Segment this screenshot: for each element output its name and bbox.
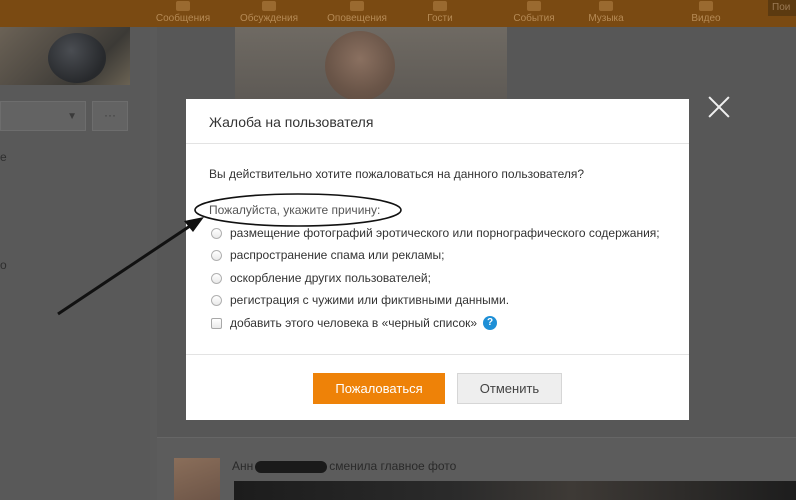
nav-item-music[interactable]: Музыка bbox=[584, 0, 628, 27]
nav-item-guests[interactable]: Гости bbox=[420, 0, 460, 27]
main-photo[interactable] bbox=[235, 27, 507, 101]
reason-option-erotic[interactable]: размещение фотографий эротического или п… bbox=[211, 224, 660, 242]
discussion-icon bbox=[262, 1, 276, 11]
profile-photo[interactable] bbox=[0, 27, 130, 85]
reason-label: распространение спама или рекламы; bbox=[230, 248, 445, 262]
left-text-fragment: e bbox=[0, 150, 7, 164]
dialog-header: Жалоба на пользователя bbox=[186, 99, 689, 144]
video-icon bbox=[699, 1, 713, 11]
nav-item-notifications[interactable]: Оповещения bbox=[322, 0, 392, 27]
more-button[interactable]: ··· bbox=[92, 101, 128, 131]
footprints-icon bbox=[433, 1, 447, 11]
bell-icon bbox=[350, 1, 364, 11]
music-icon bbox=[599, 1, 613, 11]
reason-label: регистрация с чужими или фиктивными данн… bbox=[230, 293, 510, 307]
blacklist-option[interactable]: добавить этого человека в «черный список… bbox=[211, 314, 498, 332]
nav-item-video[interactable]: Видео bbox=[684, 0, 728, 27]
photo-content bbox=[48, 33, 106, 83]
chevron-down-icon: ▼ bbox=[67, 111, 77, 122]
avatar[interactable] bbox=[174, 458, 220, 500]
nav-item-events[interactable]: События bbox=[506, 0, 562, 27]
photo-content bbox=[325, 31, 395, 101]
report-button[interactable]: Пожаловаться bbox=[313, 373, 445, 404]
feed-action: сменила главное фото bbox=[329, 459, 457, 473]
nav-item-discussions[interactable]: Обсуждения bbox=[236, 0, 302, 27]
more-icon: ··· bbox=[104, 108, 116, 122]
reason-option-fake-data[interactable]: регистрация с чужими или фиктивными данн… bbox=[211, 291, 509, 309]
reason-label: оскорбление других пользователей; bbox=[230, 271, 431, 285]
radio-button[interactable] bbox=[211, 227, 222, 239]
dialog-title: Жалоба на пользователя bbox=[209, 114, 374, 130]
close-icon[interactable] bbox=[707, 95, 731, 119]
events-icon bbox=[527, 1, 541, 11]
feed-photo[interactable] bbox=[234, 481, 796, 500]
reason-option-spam[interactable]: распространение спама или рекламы; bbox=[211, 246, 444, 264]
confirmation-question: Вы действительно хотите пожаловаться на … bbox=[209, 167, 585, 181]
top-right-button[interactable]: Пои bbox=[768, 0, 796, 16]
left-text-fragment: o bbox=[0, 258, 7, 272]
feed-text: Анн сменила главное фото bbox=[232, 459, 456, 473]
report-user-dialog: Жалоба на пользователя Вы действительно … bbox=[186, 99, 689, 420]
dialog-footer: Пожаловаться Отменить bbox=[186, 354, 689, 420]
reason-label: размещение фотографий эротического или п… bbox=[230, 226, 660, 240]
cancel-button[interactable]: Отменить bbox=[457, 373, 562, 404]
reason-prompt: Пожалуйста, укажите причину: bbox=[209, 203, 381, 217]
radio-button[interactable] bbox=[211, 249, 222, 261]
blacklist-checkbox[interactable] bbox=[211, 317, 222, 329]
reason-option-insult[interactable]: оскорбление других пользователей; bbox=[211, 269, 431, 287]
blacklist-label: добавить этого человека в «черный список… bbox=[230, 316, 478, 330]
top-navigation-bar: Сообщения Обсуждения Оповещения Гости Со… bbox=[0, 0, 796, 27]
radio-button[interactable] bbox=[211, 294, 222, 306]
redaction-scribble bbox=[255, 460, 328, 473]
message-icon bbox=[176, 1, 190, 11]
profile-dropdown[interactable]: ▼ bbox=[0, 101, 86, 131]
nav-item-messages[interactable]: Сообщения bbox=[150, 0, 216, 27]
left-column bbox=[0, 27, 150, 500]
radio-button[interactable] bbox=[211, 272, 222, 284]
help-icon[interactable]: ? bbox=[483, 316, 498, 330]
feed-author-name[interactable]: Анн bbox=[232, 459, 253, 473]
